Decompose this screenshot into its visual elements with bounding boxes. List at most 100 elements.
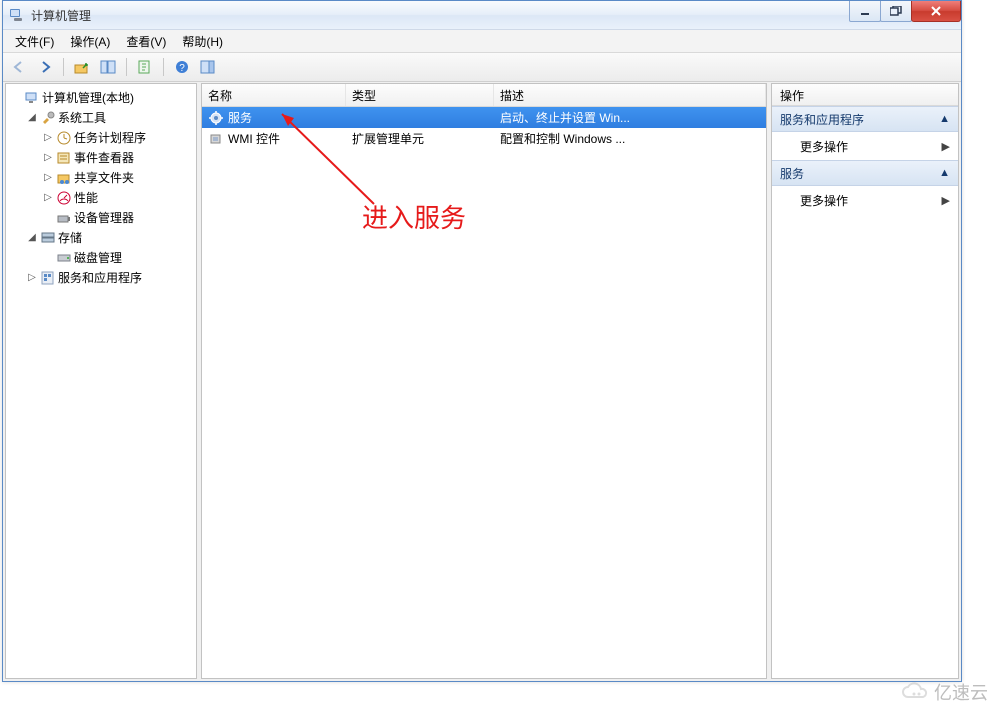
services-apps-icon xyxy=(40,270,56,286)
back-button[interactable] xyxy=(7,55,31,79)
window-controls xyxy=(850,1,961,21)
show-action-pane-button[interactable] xyxy=(196,55,220,79)
separator xyxy=(126,58,127,76)
expander-icon[interactable]: ▷ xyxy=(42,192,54,204)
row-desc: 配置和控制 Windows ... xyxy=(494,130,766,147)
row-desc: 启动、终止并设置 Win... xyxy=(494,109,636,126)
title-bar: 计算机管理 xyxy=(3,1,961,30)
column-name[interactable]: 名称 xyxy=(202,84,346,106)
device-icon xyxy=(56,210,72,226)
menu-action[interactable]: 操作(A) xyxy=(62,31,118,52)
tree-event-viewer[interactable]: ▷ 事件查看器 xyxy=(40,148,196,168)
up-button[interactable] xyxy=(70,55,94,79)
tree[interactable]: 计算机管理(本地) ◢ 系统工具 xyxy=(6,84,196,292)
action-more-2[interactable]: 更多操作 ▶ xyxy=(772,186,958,214)
gear-icon xyxy=(208,110,224,126)
body: 计算机管理(本地) ◢ 系统工具 xyxy=(3,81,961,681)
action-pane-icon xyxy=(200,59,216,75)
tree-device-manager[interactable]: ▷ 设备管理器 xyxy=(40,208,196,228)
maximize-button[interactable] xyxy=(880,1,912,22)
cloud-icon xyxy=(900,681,930,703)
app-icon xyxy=(9,7,25,23)
menu-file[interactable]: 文件(F) xyxy=(7,31,62,52)
tree-performance-label: 性能 xyxy=(74,188,98,208)
tree-disk-management[interactable]: ▷ 磁盘管理 xyxy=(40,248,196,268)
list-row-wmi[interactable]: WMI 控件 扩展管理单元 配置和控制 Windows ... xyxy=(202,128,766,149)
shared-folder-icon xyxy=(56,170,72,186)
action-link-label: 更多操作 xyxy=(800,138,848,155)
action-section-label: 服务 xyxy=(780,165,804,182)
clock-icon xyxy=(56,130,72,146)
tree-system-tools[interactable]: ◢ 系统工具 xyxy=(24,108,196,128)
collapse-icon: ▲ xyxy=(939,167,950,179)
expander-icon[interactable]: ◢ xyxy=(26,232,38,244)
disk-icon xyxy=(56,250,72,266)
tree-storage-label: 存储 xyxy=(58,228,82,248)
computer-icon xyxy=(24,90,40,106)
tree-task-scheduler[interactable]: ▷ 任务计划程序 xyxy=(40,128,196,148)
refresh-icon xyxy=(137,59,153,75)
performance-icon xyxy=(56,190,72,206)
tree-storage[interactable]: ◢ 存储 xyxy=(24,228,196,248)
action-section-services[interactable]: 服务 ▲ xyxy=(772,160,958,186)
row-type: 扩展管理单元 xyxy=(346,130,494,147)
tree-root-label: 计算机管理(本地) xyxy=(42,88,134,108)
tree-system-tools-label: 系统工具 xyxy=(58,108,106,128)
list-pane: 名称 类型 描述 服务 启动、终止并设置 Win... xyxy=(201,83,767,679)
watermark: 亿速云 xyxy=(900,679,988,705)
forward-button[interactable] xyxy=(33,55,57,79)
action-section-label: 服务和应用程序 xyxy=(780,111,864,128)
expander-icon[interactable]: ◢ xyxy=(26,112,38,124)
list-header: 名称 类型 描述 xyxy=(202,84,766,107)
tree-services-apps-label: 服务和应用程序 xyxy=(58,268,142,288)
column-desc[interactable]: 描述 xyxy=(494,84,766,106)
show-hide-tree-button[interactable] xyxy=(96,55,120,79)
expander-icon[interactable]: ▷ xyxy=(42,152,54,164)
tree-shared-folders-label: 共享文件夹 xyxy=(74,168,134,188)
list-row-services[interactable]: 服务 启动、终止并设置 Win... xyxy=(202,107,766,128)
expander-icon[interactable]: ▷ xyxy=(26,272,38,284)
help-icon: ? xyxy=(174,59,190,75)
tree-shared-folders[interactable]: ▷ 共享文件夹 xyxy=(40,168,196,188)
tools-icon xyxy=(40,110,56,126)
action-more-1[interactable]: 更多操作 ▶ xyxy=(772,132,958,160)
expander-icon[interactable]: ▷ xyxy=(42,172,54,184)
collapse-icon: ▲ xyxy=(939,113,950,125)
storage-icon xyxy=(40,230,56,246)
action-pane: 操作 服务和应用程序 ▲ 更多操作 ▶ 服务 ▲ 更多操作 ▶ xyxy=(771,83,959,679)
column-type[interactable]: 类型 xyxy=(346,84,494,106)
separator xyxy=(163,58,164,76)
expander-icon[interactable]: ▷ xyxy=(42,132,54,144)
expander-icon[interactable] xyxy=(10,92,22,104)
separator xyxy=(63,58,64,76)
help-button[interactable]: ? xyxy=(170,55,194,79)
tree-task-scheduler-label: 任务计划程序 xyxy=(74,128,146,148)
menu-view[interactable]: 查看(V) xyxy=(118,31,174,52)
row-name: WMI 控件 xyxy=(228,130,280,147)
tree-device-manager-label: 设备管理器 xyxy=(74,208,134,228)
close-button[interactable] xyxy=(911,1,961,22)
folder-up-icon xyxy=(74,59,90,75)
action-pane-header: 操作 xyxy=(772,84,958,106)
action-section-services-apps[interactable]: 服务和应用程序 ▲ xyxy=(772,106,958,132)
menu-help[interactable]: 帮助(H) xyxy=(174,31,231,52)
tree-services-apps[interactable]: ▷ 服务和应用程序 xyxy=(24,268,196,288)
watermark-text: 亿速云 xyxy=(934,679,988,705)
event-icon xyxy=(56,150,72,166)
chevron-right-icon: ▶ xyxy=(942,194,950,207)
computer-management-window: 计算机管理 文件(F) 操作(A) 查看(V) 帮助(H) xyxy=(2,0,962,682)
menu-bar: 文件(F) 操作(A) 查看(V) 帮助(H) xyxy=(3,30,961,53)
arrow-right-icon xyxy=(37,59,53,75)
window-title: 计算机管理 xyxy=(31,7,91,24)
annotation-text: 进入服务 xyxy=(362,198,466,235)
tree-root[interactable]: 计算机管理(本地) xyxy=(8,88,196,108)
action-link-label: 更多操作 xyxy=(800,192,848,209)
tree-performance[interactable]: ▷ 性能 xyxy=(40,188,196,208)
chevron-right-icon: ▶ xyxy=(942,140,950,153)
component-icon xyxy=(208,131,224,147)
row-name: 服务 xyxy=(228,109,252,126)
svg-text:?: ? xyxy=(179,63,185,74)
tree-pane: 计算机管理(本地) ◢ 系统工具 xyxy=(5,83,197,679)
minimize-button[interactable] xyxy=(849,1,881,22)
refresh-button[interactable] xyxy=(133,55,157,79)
